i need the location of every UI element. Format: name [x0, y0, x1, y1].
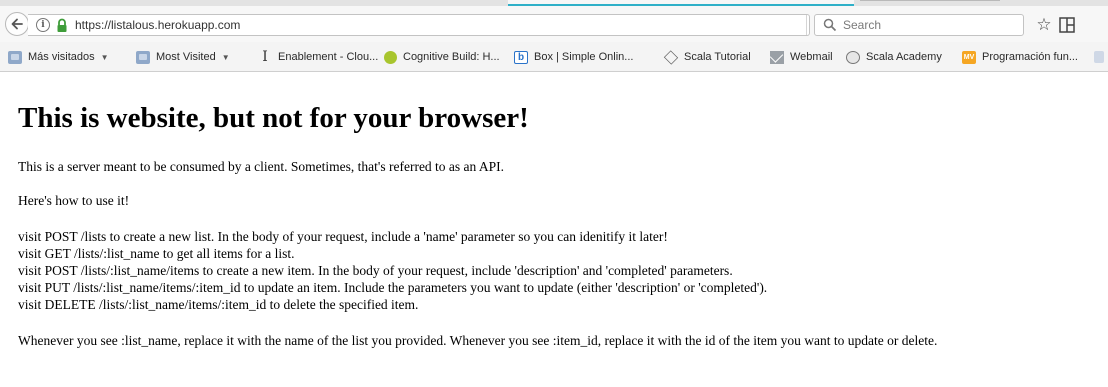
chevron-down-icon: ▼ [221, 52, 230, 62]
bookmark-enablement[interactable]: I Enablement - Clou... [258, 49, 378, 65]
url-text[interactable]: https://listalous.herokuapp.com [75, 18, 240, 32]
endpoint-line: visit POST /lists to create a new list. … [18, 229, 668, 244]
bookmark-label: Scala Tutorial [684, 51, 751, 63]
endpoint-line: visit GET /lists/:list_name to get all i… [18, 246, 295, 261]
lock-icon[interactable] [55, 18, 69, 33]
endpoint-line: visit DELETE /lists/:list_name/items/:it… [18, 297, 419, 312]
bookmark-programacion[interactable]: MV Programación fun... [962, 49, 1078, 65]
bookmark-scala-academy[interactable]: Scala Academy [846, 49, 942, 65]
folder-icon [8, 50, 22, 64]
bookmark-mas-visitados[interactable]: Más visitados ▼ [8, 49, 109, 65]
search-placeholder: Search [843, 18, 882, 32]
bookmark-cognitive-build[interactable]: Cognitive Build: H... [384, 49, 500, 65]
bookmark-label: Webmail [790, 51, 833, 63]
url-bar[interactable]: i https://listalous.herokuapp.com C [28, 14, 826, 36]
back-button[interactable] [5, 12, 29, 36]
bookmark-label: Scala Academy [866, 51, 942, 63]
library-icon[interactable] [1058, 16, 1078, 34]
search-bar[interactable]: Search [814, 14, 1024, 36]
bookmark-label: Enablement - Clou... [278, 51, 379, 63]
bookmarks-toolbar: Más visitados ▼ Most Visited ▼ I Enablem… [0, 42, 1108, 72]
bookmark-label: Más visitados [28, 51, 95, 63]
globe-icon [846, 50, 860, 64]
green-dot-icon [384, 50, 397, 64]
bookmark-label: Programación fun... [982, 51, 1078, 63]
bookmark-most-visited[interactable]: Most Visited ▼ [136, 49, 230, 65]
navigation-toolbar: i https://listalous.herokuapp.com C Sear… [0, 6, 1108, 42]
scala-logo-icon [663, 49, 679, 65]
how-to-paragraph: Here's how to use it! [18, 193, 130, 208]
arrow-left-icon [11, 18, 23, 30]
text-cursor-icon: I [262, 48, 268, 65]
page-title: This is website, but not for your browse… [18, 102, 529, 134]
box-logo-icon: b [514, 50, 528, 64]
search-icon [823, 18, 837, 32]
intro-paragraph: This is a server meant to be consumed by… [18, 159, 505, 174]
folder-icon [136, 50, 150, 64]
bookmark-webmail[interactable]: Webmail [770, 49, 833, 65]
bookmarks-overflow-icon[interactable] [1094, 51, 1104, 63]
endpoint-line: visit POST /lists/:list_name/items to cr… [18, 263, 733, 278]
course-logo-icon: MV [962, 50, 976, 64]
bookmark-label: Most Visited [156, 51, 216, 63]
page-content: This is website, but not for your browse… [18, 72, 1108, 387]
endpoint-line: visit PUT /lists/:list_name/items/:item_… [18, 280, 768, 295]
bookmark-box[interactable]: b Box | Simple Onlin... [514, 49, 633, 65]
chevron-down-icon: ▼ [100, 52, 109, 62]
bookmark-star-icon[interactable]: ☆ [1034, 15, 1054, 35]
site-info-icon[interactable]: i [36, 18, 50, 32]
bookmark-scala-tutorial[interactable]: Scala Tutorial [663, 49, 751, 65]
footer-paragraph: Whenever you see :list_name, replace it … [18, 333, 938, 348]
bookmark-label: Box | Simple Onlin... [534, 51, 634, 63]
mail-icon [770, 50, 784, 64]
bookmark-label: Cognitive Build: H... [403, 51, 500, 63]
